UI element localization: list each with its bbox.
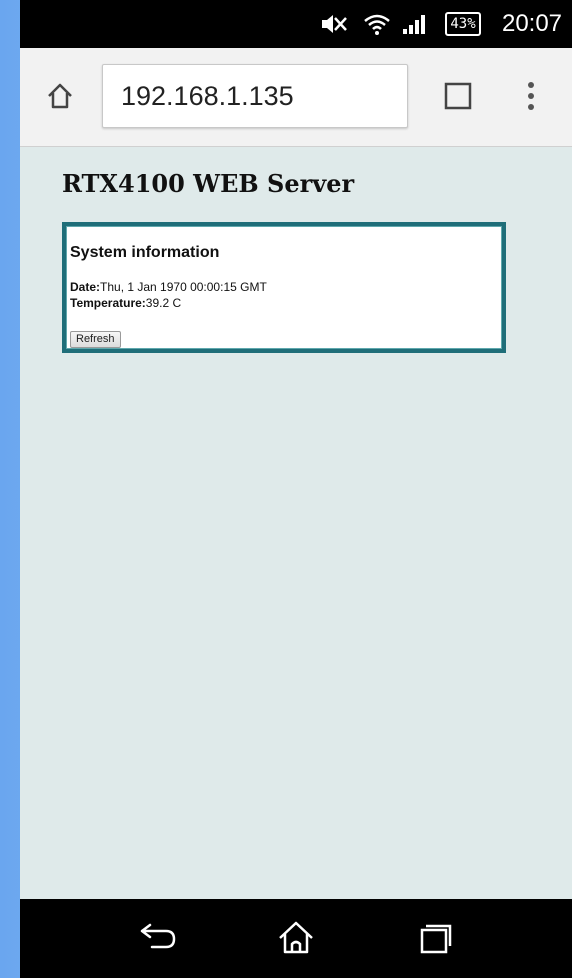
- date-line: Date:Thu, 1 Jan 1970 00:00:15 GMT: [70, 280, 267, 294]
- phone-screen: 43% 20:07 192.168.1.135 RTX4100 WEB Serv: [20, 0, 572, 978]
- page-title: RTX4100 WEB Server: [62, 169, 355, 198]
- recent-apps-icon[interactable]: [410, 916, 462, 960]
- date-value: Thu, 1 Jan 1970 00:00:15 GMT: [100, 280, 267, 294]
- clock: 20:07: [501, 10, 563, 37]
- back-icon[interactable]: [132, 916, 184, 960]
- home-icon[interactable]: [40, 76, 80, 116]
- refresh-button[interactable]: Refresh: [70, 331, 121, 348]
- overflow-menu-icon[interactable]: [516, 74, 546, 118]
- status-bar: 43% 20:07: [20, 0, 572, 48]
- url-bar[interactable]: 192.168.1.135: [102, 64, 408, 128]
- wifi-icon: [360, 0, 394, 48]
- battery-indicator: 43%: [438, 0, 488, 48]
- temperature-value: 39.2 C: [145, 296, 182, 310]
- home-icon[interactable]: [270, 916, 322, 960]
- mute-icon: [316, 0, 352, 48]
- tabs-icon[interactable]: [440, 78, 476, 114]
- temperature-label: Temperature:: [70, 296, 146, 310]
- temperature-line: Temperature:39.2 C: [70, 296, 181, 310]
- system-info-panel: System information Date:Thu, 1 Jan 1970 …: [62, 222, 506, 353]
- navigation-bar: [20, 899, 572, 978]
- web-page: RTX4100 WEB Server System information Da…: [20, 147, 572, 899]
- url-text: 192.168.1.135: [121, 80, 294, 111]
- battery-level: 43%: [445, 12, 481, 36]
- panel-heading: System information: [70, 244, 220, 261]
- date-label: Date:: [70, 280, 101, 294]
- browser-toolbar: 192.168.1.135: [20, 48, 572, 147]
- signal-icon: [400, 0, 430, 48]
